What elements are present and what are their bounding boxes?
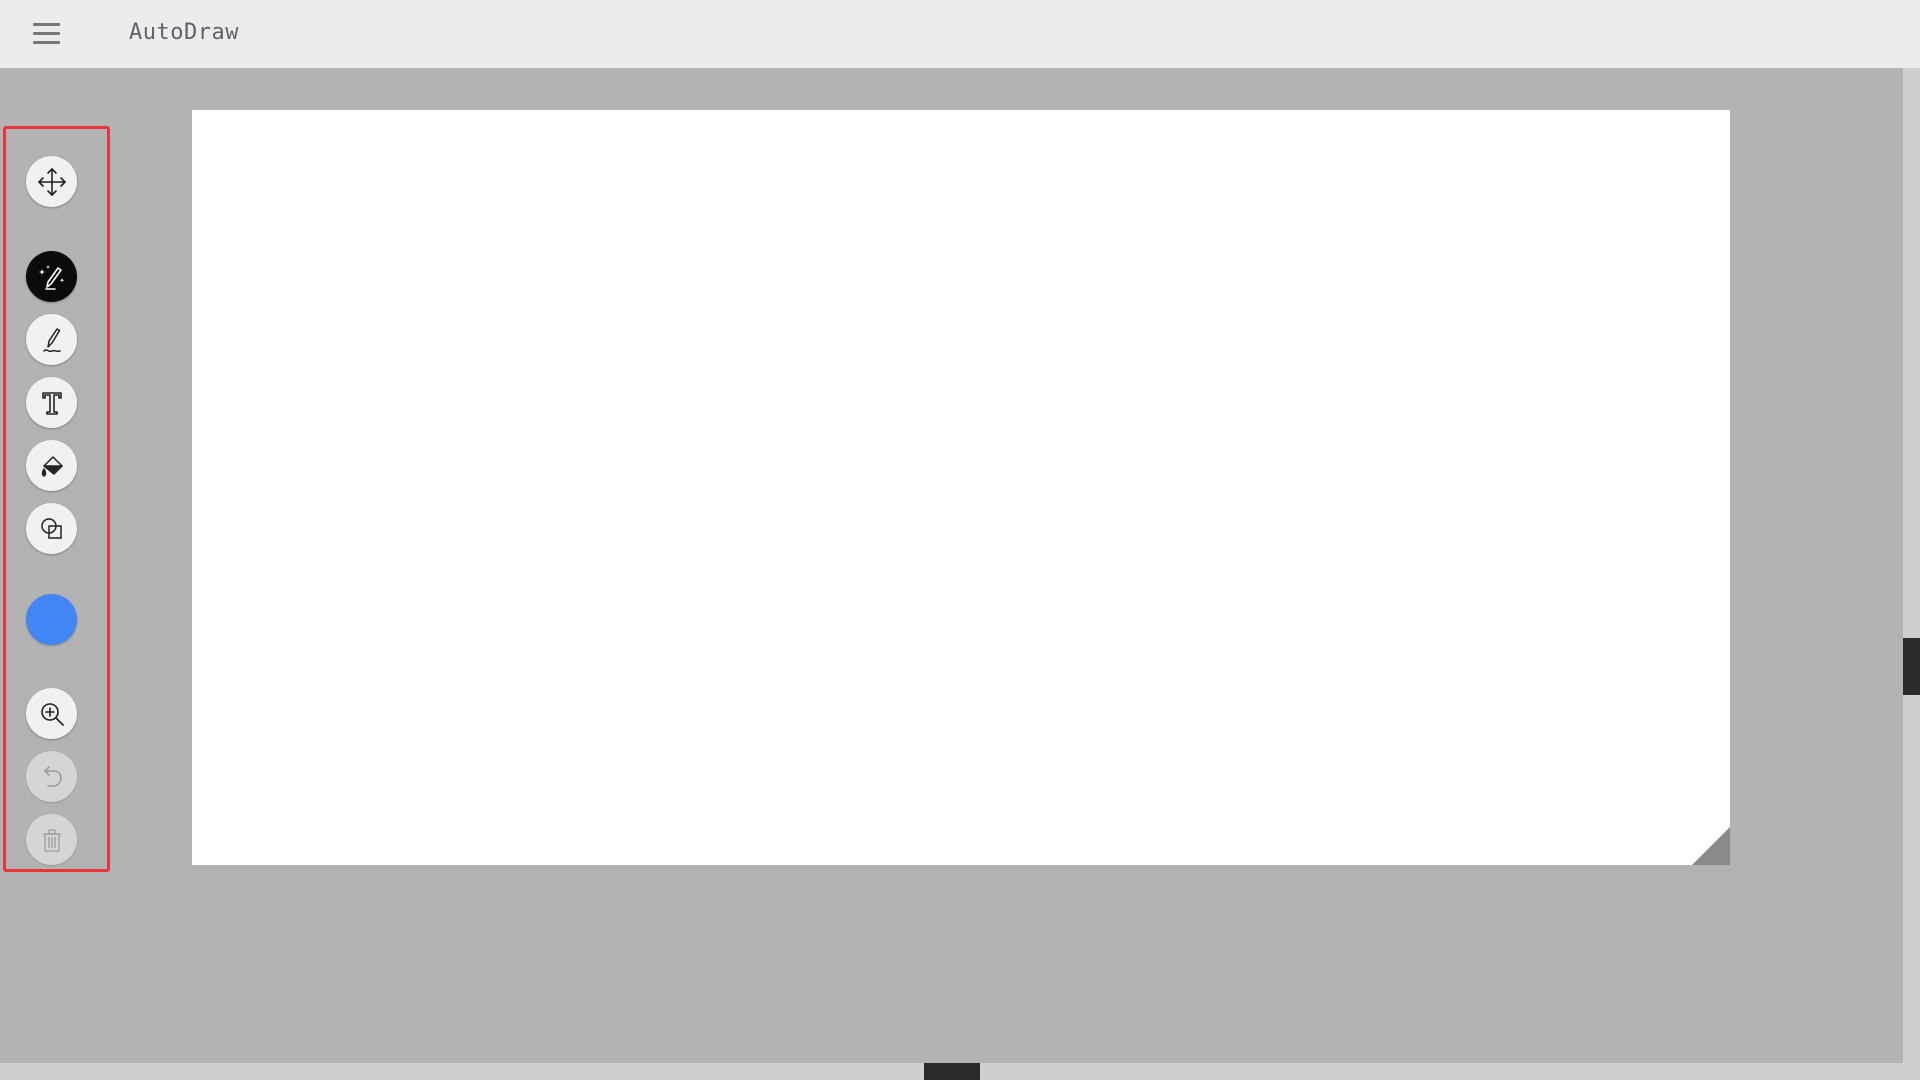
tool-panel xyxy=(3,126,110,872)
hamburger-menu-icon[interactable] xyxy=(31,20,63,48)
select-tool-button[interactable] xyxy=(26,156,77,207)
autodraw-tool-button[interactable] xyxy=(26,251,77,302)
text-icon xyxy=(41,391,62,415)
app-title: AutoDraw xyxy=(129,20,239,45)
vertical-scrollbar[interactable] xyxy=(1903,68,1920,1063)
shape-tool-button[interactable] xyxy=(26,503,77,554)
drawing-canvas[interactable] xyxy=(192,110,1730,865)
color-picker-button[interactable] xyxy=(26,594,77,645)
move-arrows-icon xyxy=(37,167,66,196)
pen-icon xyxy=(42,327,61,352)
undo-button[interactable] xyxy=(26,751,77,802)
draw-tool-button[interactable] xyxy=(26,314,77,365)
vertical-scrollbar-thumb[interactable] xyxy=(1903,638,1920,695)
paint-bucket-icon xyxy=(41,455,63,477)
fill-tool-button[interactable] xyxy=(26,440,77,491)
zoom-in-icon xyxy=(40,702,64,726)
horizontal-scrollbar-thumb[interactable] xyxy=(924,1063,980,1080)
magic-pen-icon xyxy=(38,264,64,290)
undo-icon xyxy=(43,765,62,787)
delete-button[interactable] xyxy=(26,814,77,865)
shapes-icon xyxy=(40,517,62,539)
zoom-tool-button[interactable] xyxy=(26,688,77,739)
canvas-resize-handle[interactable] xyxy=(1692,827,1730,865)
trash-icon xyxy=(42,828,61,852)
app-header: AutoDraw xyxy=(0,0,1920,68)
type-tool-button[interactable] xyxy=(26,377,77,428)
